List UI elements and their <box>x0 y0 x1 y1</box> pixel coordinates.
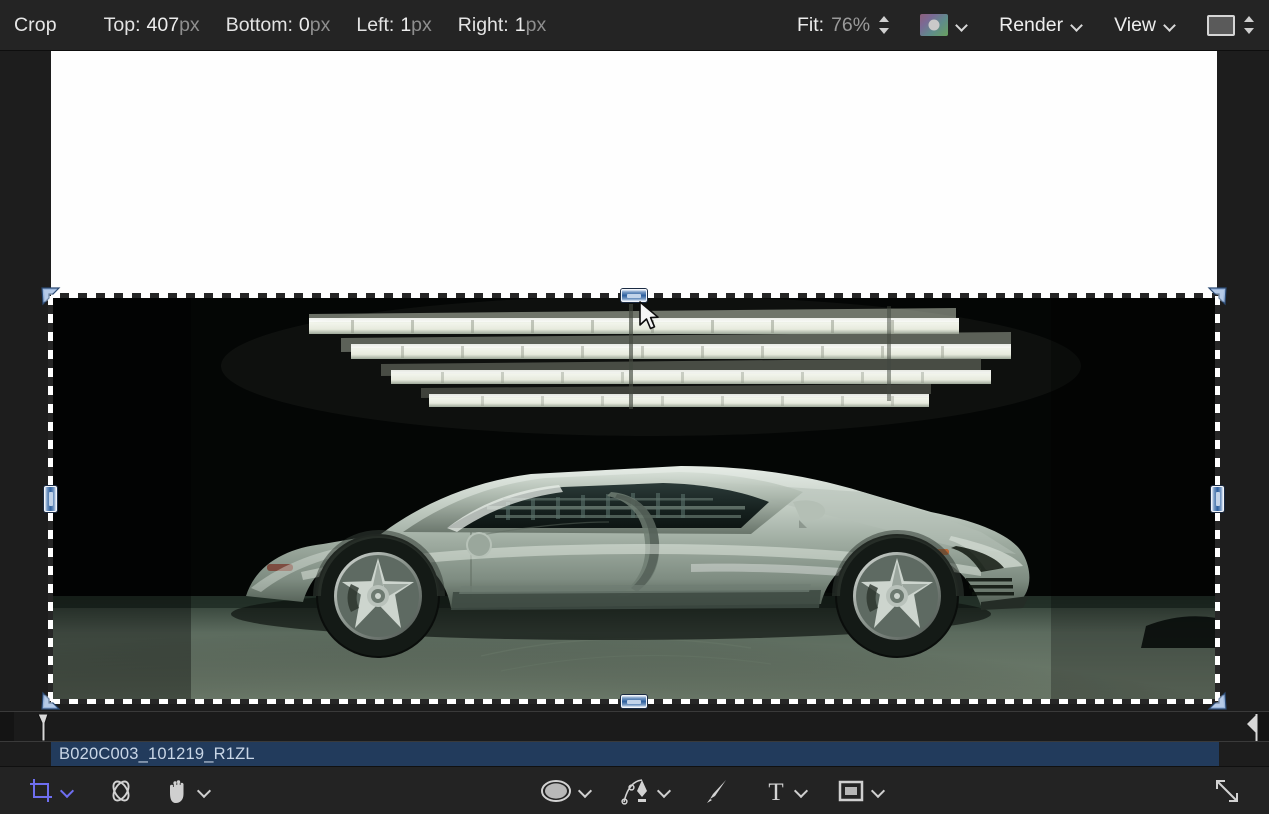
clip-name-bar[interactable]: B020C003_101219_R1ZL <box>51 742 1219 766</box>
scrubber-track[interactable] <box>14 712 1255 741</box>
chevron-down-icon[interactable] <box>198 786 212 795</box>
viewer-canvas[interactable] <box>0 51 1269 711</box>
crop-bottom-label: Bottom: <box>226 14 293 37</box>
chevron-down-icon[interactable] <box>579 786 593 795</box>
color-channel-control[interactable] <box>920 14 969 36</box>
text-tool-button[interactable]: T <box>764 778 809 804</box>
crop-bottom-value: 0 <box>299 14 310 37</box>
crop-top-unit: px <box>179 14 200 37</box>
background-control[interactable] <box>1207 14 1255 36</box>
view-label: View <box>1114 14 1156 37</box>
distort-3d-icon <box>107 777 135 805</box>
in-point-marker-icon[interactable] <box>36 714 50 741</box>
pen-tool-button[interactable] <box>621 777 672 805</box>
fullscreen-button[interactable] <box>1213 777 1241 805</box>
transform-tool-button[interactable] <box>107 777 135 805</box>
chevron-down-icon[interactable] <box>1071 21 1084 29</box>
view-menu[interactable]: View <box>1114 14 1177 37</box>
crop-right-field[interactable]: Right: 1px <box>458 14 546 37</box>
top-toolbar: Crop Top: 407px Bottom: 0px Left: 1px Ri… <box>0 0 1269 51</box>
bottom-toolbar: T <box>0 766 1269 814</box>
text-t-icon: T <box>764 778 788 804</box>
ellipse-icon <box>540 778 572 804</box>
crop-top-field[interactable]: Top: 407px <box>104 14 200 37</box>
crop-bottom-field[interactable]: Bottom: 0px <box>226 14 331 37</box>
render-label: Render <box>999 14 1063 37</box>
crop-editor-window: Crop Top: 407px Bottom: 0px Left: 1px Ri… <box>0 0 1269 814</box>
rect-mask-icon <box>837 778 865 804</box>
crop-left-unit: px <box>411 14 432 37</box>
hand-icon <box>165 777 191 805</box>
crop-left-field[interactable]: Left: 1px <box>356 14 431 37</box>
video-frame-image <box>51 296 1217 701</box>
paintbrush-icon <box>702 777 730 805</box>
render-menu[interactable]: Render <box>999 14 1084 37</box>
up-down-stepper-icon[interactable] <box>879 14 890 36</box>
fit-value: 76% <box>831 14 870 37</box>
crop-left-value: 1 <box>400 14 411 37</box>
chevron-down-icon[interactable] <box>1164 21 1177 29</box>
svg-text:T: T <box>768 779 783 804</box>
chevron-down-icon[interactable] <box>795 786 809 795</box>
chevron-down-icon[interactable] <box>61 786 75 795</box>
up-down-stepper-icon[interactable] <box>1244 14 1255 36</box>
fit-label: Fit: <box>797 14 824 37</box>
pen-bezier-icon <box>621 777 651 805</box>
mask-tool-button[interactable] <box>837 778 886 804</box>
shape-tool-button[interactable] <box>540 778 593 804</box>
crop-right-value: 1 <box>515 14 526 37</box>
timeline-scrubber[interactable] <box>0 711 1269 742</box>
crop-bottom-unit: px <box>310 14 331 37</box>
crop-right-label: Right: <box>458 14 509 37</box>
cropped-away-region <box>51 51 1217 296</box>
paint-tool-button[interactable] <box>702 777 730 805</box>
zoom-fit-control[interactable]: Fit: 76% <box>797 14 890 37</box>
crop-left-label: Left: <box>356 14 394 37</box>
active-tool-name: Crop <box>14 14 57 37</box>
chevron-down-icon[interactable] <box>956 21 969 29</box>
crop-right-unit: px <box>526 14 547 37</box>
crop-top-value: 407 <box>147 14 180 37</box>
out-point-marker-icon[interactable] <box>1244 714 1258 741</box>
pan-tool-button[interactable] <box>165 777 212 805</box>
crop-top-label: Top: <box>104 14 141 37</box>
clip-filename: B020C003_101219_R1ZL <box>51 745 255 764</box>
background-swatch-icon <box>1207 15 1235 36</box>
chevron-down-icon[interactable] <box>658 786 672 795</box>
chevron-down-icon[interactable] <box>872 786 886 795</box>
crop-tool-button[interactable] <box>28 778 75 804</box>
color-gradient-swatch-icon <box>920 14 948 36</box>
expand-diagonal-icon <box>1213 777 1241 805</box>
crop-icon <box>28 778 54 804</box>
